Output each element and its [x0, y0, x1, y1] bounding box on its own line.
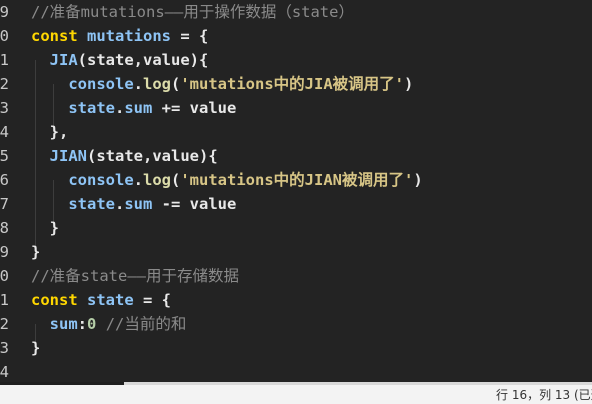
- code-token: sum: [124, 99, 153, 117]
- code-line[interactable]: 9}: [0, 240, 592, 264]
- code-token: (: [171, 171, 181, 189]
- code-line[interactable]: 9 //准备mutations——用于操作数据（state）: [0, 0, 592, 24]
- code-editor[interactable]: 9//准备mutations——用于操作数据（state） 0 const muta…: [0, 0, 592, 382]
- code-token: = {: [133, 291, 171, 309]
- code-text: const mutations = {: [31, 24, 208, 48]
- code-token: -= value: [152, 195, 237, 213]
- code-token: sum: [31, 315, 78, 333]
- code-token: const: [31, 27, 87, 45]
- code-text: }: [31, 240, 40, 264]
- code-line[interactable]: 2 console.log('mutations中的JIA被调用了'): [0, 72, 592, 96]
- code-token: mutations: [87, 27, 171, 45]
- line-number: 1: [0, 291, 9, 309]
- code-token: 0: [87, 315, 97, 333]
- code-line[interactable]: 2 sum:0 //当前的和: [0, 312, 592, 336]
- code-token: console: [31, 75, 134, 93]
- status-bar: 行 16，列 13 (已选择: [0, 382, 592, 404]
- code-text: }: [31, 216, 59, 240]
- code-token: state: [87, 291, 134, 309]
- code-text: state.sum -= value: [31, 192, 236, 216]
- line-number: 2: [0, 75, 9, 93]
- code-token: .: [133, 171, 143, 189]
- line-number: 9: [0, 3, 9, 21]
- code-token: const: [31, 291, 87, 309]
- code-line[interactable]: 8 }: [0, 216, 592, 240]
- code-text: const state = {: [31, 288, 171, 312]
- line-number: 7: [0, 195, 9, 213]
- line-number: 8: [0, 219, 9, 237]
- horizontal-scrollbar[interactable]: [0, 382, 592, 385]
- code-text: state.sum += value: [31, 96, 236, 120]
- code-token: //当前的和: [96, 315, 187, 333]
- line-number: 4: [0, 123, 9, 141]
- code-token: 'mutations中的JIAN被调用了': [180, 171, 414, 189]
- line-number: 4: [0, 363, 9, 381]
- code-token: },: [31, 123, 69, 141]
- code-token: (state,value){: [77, 51, 209, 69]
- code-text: console.log('mutations中的JIA被调用了'): [31, 72, 413, 96]
- line-number: 1: [0, 51, 9, 69]
- line-number: 5: [0, 147, 9, 165]
- code-token: JIAN: [31, 147, 87, 165]
- code-token: .: [115, 99, 125, 117]
- code-token: //准备mutations——用于操作数据（state）: [31, 3, 354, 21]
- line-number: 3: [0, 99, 9, 117]
- line-number: 2: [0, 315, 9, 333]
- code-line[interactable]: 1 JIA(state,value){: [0, 48, 592, 72]
- code-line[interactable]: 0 //准备state——用于存储数据: [0, 264, 592, 288]
- code-token: .: [133, 75, 143, 93]
- code-token: console: [31, 171, 134, 189]
- code-token: state: [31, 99, 115, 117]
- line-number: 0: [0, 267, 9, 285]
- code-token: ): [404, 75, 414, 93]
- scrollbar-thumb[interactable]: [0, 382, 124, 385]
- line-number: 9: [0, 243, 9, 261]
- code-line[interactable]: 3}: [0, 336, 592, 360]
- code-token: //准备state——用于存储数据: [31, 267, 239, 285]
- code-token: state: [31, 195, 115, 213]
- code-line[interactable]: 5 JIAN(state,value){: [0, 144, 592, 168]
- code-token: 'mutations中的JIA被调用了': [180, 75, 404, 93]
- cursor-position[interactable]: 行 16，列 13 (已选择: [496, 386, 592, 403]
- code-text: //准备mutations——用于操作数据（state）: [31, 0, 354, 24]
- code-token: ): [413, 171, 423, 189]
- code-token: :: [77, 315, 88, 333]
- code-text: console.log('mutations中的JIAN被调用了'): [31, 168, 423, 192]
- code-text: //准备state——用于存储数据: [31, 264, 239, 288]
- code-line[interactable]: 7 state.sum -= value: [0, 192, 592, 216]
- line-number: 6: [0, 171, 9, 189]
- code-token: log: [143, 171, 171, 189]
- code-token: log: [143, 75, 171, 93]
- code-token: sum: [124, 195, 153, 213]
- code-line[interactable]: 4 },: [0, 120, 592, 144]
- code-line[interactable]: 1 const state = {: [0, 288, 592, 312]
- code-token: (state,value){: [87, 147, 218, 165]
- line-number: 0: [0, 27, 9, 45]
- code-line[interactable]: 6 console.log('mutations中的JIAN被调用了'): [0, 168, 592, 192]
- code-token: (: [171, 75, 181, 93]
- code-text: }: [31, 336, 40, 360]
- code-token: }: [31, 339, 41, 357]
- code-text: sum:0 //当前的和: [31, 312, 187, 336]
- code-text: },: [31, 120, 69, 144]
- code-line[interactable]: 0 const mutations = {: [0, 24, 592, 48]
- code-token: JIA: [31, 51, 78, 69]
- code-text: JIA(state,value){: [31, 48, 209, 72]
- code-token: += value: [152, 99, 237, 117]
- code-token: = {: [171, 27, 209, 45]
- code-token: .: [115, 195, 125, 213]
- line-number: 3: [0, 339, 9, 357]
- code-token: }: [31, 243, 41, 261]
- code-line[interactable]: 3 state.sum += value: [0, 96, 592, 120]
- code-text: JIAN(state,value){: [31, 144, 218, 168]
- code-token: }: [31, 219, 59, 237]
- code-line[interactable]: 4: [0, 360, 592, 382]
